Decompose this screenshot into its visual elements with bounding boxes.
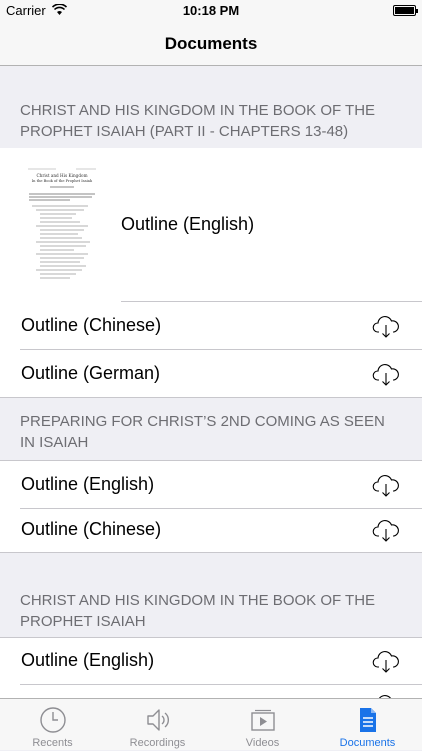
tab-videos[interactable]: Videos xyxy=(210,699,315,751)
section-separator xyxy=(0,552,422,553)
tab-documents[interactable]: Documents xyxy=(315,699,420,751)
document-row-partial[interactable] xyxy=(0,685,422,698)
document-title: Outline (English) xyxy=(21,650,155,670)
document-row[interactable]: Outline (Chinese) xyxy=(0,302,422,350)
section-header: PREPARING FOR CHRIST’S 2ND COMING AS SEE… xyxy=(20,413,385,451)
speaker-icon xyxy=(146,709,169,731)
documents-list[interactable]: CHRIST AND HIS KINGDOM IN THE BOOK OF TH… xyxy=(0,66,422,698)
video-icon xyxy=(250,709,275,731)
document-title: Outline (English) xyxy=(121,214,255,234)
tab-bar: Recents Recordings Videos Documents xyxy=(0,698,422,750)
tab-label: Recordings xyxy=(129,737,186,749)
document-thumbnail-image: Christ and His Kingdom In the Book of th… xyxy=(26,166,98,284)
section-separator xyxy=(0,397,422,398)
status-bar: Carrier 10:18 PM xyxy=(0,0,422,22)
tab-label: Videos xyxy=(245,737,280,749)
battery-icon xyxy=(393,5,418,16)
cloud-download-icon[interactable] xyxy=(372,518,400,542)
document-row[interactable]: Outline (Chinese) xyxy=(0,509,422,552)
tab-recordings[interactable]: Recordings xyxy=(105,699,210,751)
tab-recents[interactable]: Recents xyxy=(0,699,105,751)
navigation-bar: Documents xyxy=(0,22,422,66)
document-title: Outline (Chinese) xyxy=(21,519,162,539)
document-icon xyxy=(359,708,376,732)
cloud-download-icon[interactable] xyxy=(372,362,400,386)
section-header: CHRIST AND HIS KINGDOM IN THE BOOK OF TH… xyxy=(20,102,376,140)
cloud-download-icon[interactable] xyxy=(372,649,400,673)
document-title: Outline (German) xyxy=(21,363,161,383)
cloud-download-icon[interactable] xyxy=(372,473,400,497)
clock-time: 10:18 PM xyxy=(182,3,240,18)
page-title: Documents xyxy=(164,34,258,53)
document-row[interactable]: Christ and His Kingdom In the Book of th… xyxy=(0,148,422,302)
cloud-download-icon[interactable] xyxy=(372,314,400,338)
document-row[interactable]: Outline (English) xyxy=(0,638,422,685)
thumbnail-title-line2: In the Book of the Prophet Isaiah xyxy=(32,179,93,183)
document-title: Outline (Chinese) xyxy=(21,315,162,335)
clock-icon xyxy=(39,707,66,733)
tab-label: Recents xyxy=(32,737,73,749)
thumbnail-title-line1: Christ and His Kingdom xyxy=(36,173,87,178)
tab-label: Documents xyxy=(339,737,396,749)
document-thumbnail: Christ and His Kingdom In the Book of th… xyxy=(26,166,98,284)
document-title: Outline (English) xyxy=(21,474,155,494)
document-row[interactable]: Outline (German) xyxy=(0,350,422,397)
section-header: CHRIST AND HIS KINGDOM IN THE BOOK OF TH… xyxy=(20,592,376,630)
document-row[interactable]: Outline (English) xyxy=(0,461,422,509)
